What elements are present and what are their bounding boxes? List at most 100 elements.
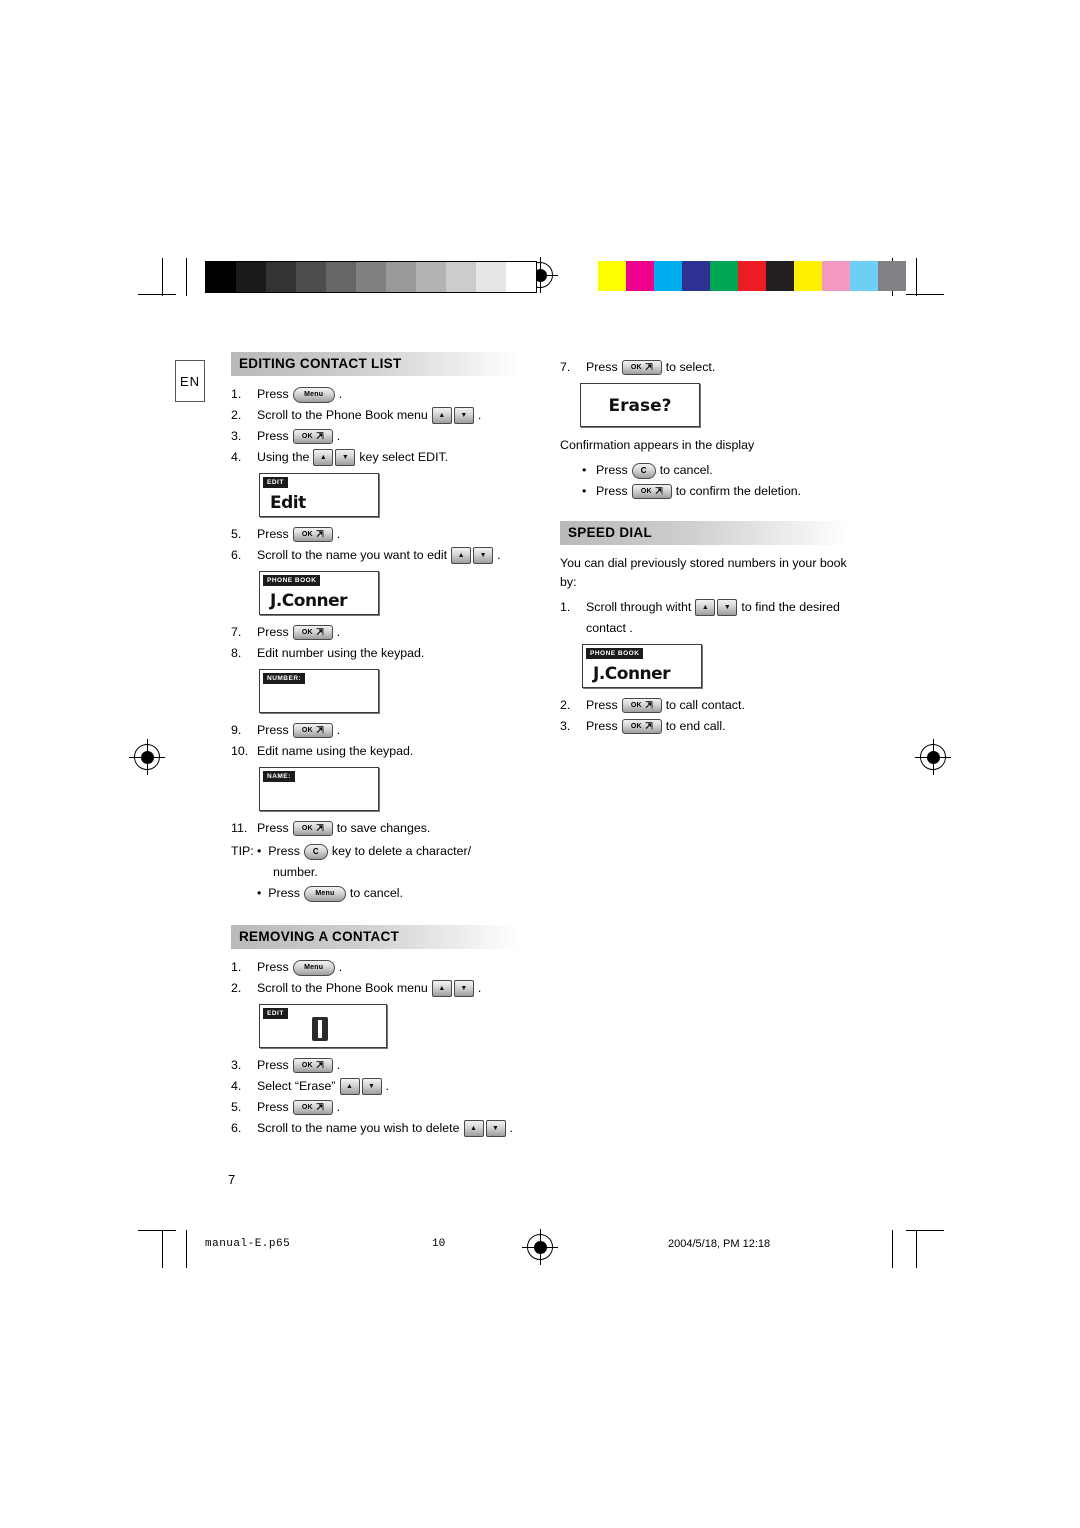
tip-row-3: • Press Menu to cancel. bbox=[231, 884, 531, 903]
tip-text-post: key to delete a character/ bbox=[331, 844, 472, 858]
step-number: 2. bbox=[231, 408, 242, 422]
ok-key-label: OK bbox=[630, 723, 642, 730]
ok-key-icon[interactable]: OK ⇱ bbox=[631, 484, 672, 499]
down-arrow-icon[interactable]: ▼ bbox=[453, 980, 474, 997]
lcd-screen-erase: Erase? bbox=[580, 383, 700, 427]
lcd-title: EDIT bbox=[263, 1008, 288, 1019]
step-edit-2: 2. Scroll to the Phone Book menu ▲ ▼ . bbox=[231, 406, 531, 425]
ok-key-icon[interactable]: OK ⇱ bbox=[621, 719, 662, 734]
down-arrow-icon[interactable]: ▼ bbox=[453, 407, 474, 424]
confirm-text: Press bbox=[596, 484, 628, 498]
up-down-key-icon[interactable]: ▲ ▼ bbox=[339, 1078, 382, 1095]
step-edit-9: 9. Press OK ⇱ . bbox=[231, 721, 531, 740]
lcd-title: PHONE BOOK bbox=[263, 575, 321, 586]
menu-key-icon[interactable]: Menu bbox=[292, 386, 335, 403]
step-number: 7. bbox=[560, 360, 571, 374]
step-number: 11. bbox=[231, 821, 248, 835]
step-number: 5. bbox=[231, 1100, 242, 1114]
hook-icon: ⇱ bbox=[644, 700, 653, 710]
step-edit-3: 3. Press OK ⇱ . bbox=[231, 427, 531, 446]
down-arrow-icon[interactable]: ▼ bbox=[473, 547, 494, 564]
down-arrow-icon[interactable]: ▼ bbox=[361, 1078, 382, 1095]
clear-key-icon[interactable]: C bbox=[303, 843, 328, 860]
step-text: Select “Erase” bbox=[257, 1079, 336, 1093]
up-down-key-icon[interactable]: ▲ ▼ bbox=[313, 449, 356, 466]
step-text: Scroll to the name you wish to delete bbox=[257, 1121, 460, 1135]
lcd-screen-phonebook-name: PHONE BOOK J.Conner bbox=[259, 571, 379, 615]
ok-key-label: OK bbox=[301, 1062, 313, 1069]
ok-key-icon[interactable]: OK ⇱ bbox=[621, 698, 662, 713]
step-remove-5: 5. Press OK ⇱ . bbox=[231, 1098, 531, 1117]
step-text: Press bbox=[586, 698, 618, 712]
step-number: 5. bbox=[231, 527, 242, 541]
ok-key-icon[interactable]: OK ⇱ bbox=[292, 1100, 333, 1115]
ok-key-label: OK bbox=[301, 1104, 313, 1111]
ok-key-icon[interactable]: OK ⇱ bbox=[292, 527, 333, 542]
step-text-post: to save changes. bbox=[336, 821, 431, 835]
step-text: Scroll to the name you want to edit bbox=[257, 548, 448, 562]
up-arrow-icon[interactable]: ▲ bbox=[431, 407, 452, 424]
menu-key-icon[interactable]: Menu bbox=[292, 959, 335, 976]
section-title-removing-a-contact: REMOVING A CONTACT bbox=[231, 925, 521, 949]
tip-row-2: number. bbox=[231, 863, 531, 882]
page-number: 7 bbox=[228, 1172, 236, 1187]
ok-key-icon[interactable]: OK ⇱ bbox=[292, 1058, 333, 1073]
step-remove-4: 4. Select “Erase” ▲ ▼ . bbox=[231, 1077, 531, 1096]
step-text: Press bbox=[586, 719, 618, 733]
ok-key-label: OK bbox=[630, 364, 642, 371]
menu-key-icon[interactable]: Menu bbox=[303, 885, 346, 902]
step-text: Scroll to the Phone Book menu bbox=[257, 408, 428, 422]
step-number: 1. bbox=[560, 600, 571, 614]
lcd-title: PHONE BOOK bbox=[586, 648, 644, 659]
up-down-key-icon[interactable]: ▲ ▼ bbox=[431, 980, 474, 997]
down-arrow-icon[interactable]: ▼ bbox=[485, 1120, 506, 1137]
up-arrow-icon[interactable]: ▲ bbox=[463, 1120, 484, 1137]
down-arrow-icon[interactable]: ▼ bbox=[717, 599, 738, 616]
step-edit-1: 1. Press Menu . bbox=[231, 385, 531, 404]
step-remove-3: 3. Press OK ⇱ . bbox=[231, 1056, 531, 1075]
up-arrow-icon[interactable]: ▲ bbox=[431, 980, 452, 997]
ok-key-label: OK bbox=[630, 702, 642, 709]
up-down-key-icon[interactable]: ▲ ▼ bbox=[463, 1120, 506, 1137]
up-arrow-icon[interactable]: ▲ bbox=[695, 599, 716, 616]
clear-key-icon[interactable]: C bbox=[631, 462, 656, 479]
up-arrow-icon[interactable]: ▲ bbox=[339, 1078, 360, 1095]
bullet-icon: • bbox=[582, 484, 587, 498]
hook-icon: ⇱ bbox=[644, 362, 653, 372]
hook-icon: ⇱ bbox=[315, 725, 324, 735]
up-down-key-icon[interactable]: ▲ ▼ bbox=[431, 407, 474, 424]
lcd-text: J.Conner bbox=[593, 664, 671, 684]
step-number: 3. bbox=[231, 1058, 242, 1072]
step-text-post: . bbox=[497, 548, 501, 562]
tip-text: number. bbox=[273, 865, 318, 879]
ok-key-icon[interactable]: OK ⇱ bbox=[292, 625, 333, 640]
step-number: 1. bbox=[231, 960, 242, 974]
step-text: Scroll through witht bbox=[586, 600, 692, 614]
confirm-cancel-row: • Press C to cancel. bbox=[560, 461, 860, 480]
step-text: Press bbox=[257, 625, 289, 639]
step-text: Press bbox=[257, 821, 289, 835]
step-edit-11: 11. Press OK ⇱ to save changes. bbox=[231, 819, 531, 838]
lcd-screen-edit: EDIT Edit bbox=[259, 473, 379, 517]
step-text: Press bbox=[257, 527, 289, 541]
ok-key-icon[interactable]: OK ⇱ bbox=[292, 723, 333, 738]
step-number: 2. bbox=[231, 981, 242, 995]
step-number: 3. bbox=[231, 429, 242, 443]
ok-key-icon[interactable]: OK ⇱ bbox=[292, 821, 333, 836]
step-text: Press bbox=[257, 960, 289, 974]
tip-row-1: TIP: • Press C key to delete a character… bbox=[231, 842, 531, 861]
up-down-key-icon[interactable]: ▲ ▼ bbox=[451, 547, 494, 564]
footer-timestamp: 2004/5/18, PM 12:18 bbox=[668, 1238, 771, 1250]
lcd-title: NUMBER: bbox=[263, 673, 306, 684]
up-arrow-icon[interactable]: ▲ bbox=[313, 449, 334, 466]
up-down-key-icon[interactable]: ▲ ▼ bbox=[695, 599, 738, 616]
ok-key-icon[interactable]: OK ⇱ bbox=[292, 429, 333, 444]
down-arrow-icon[interactable]: ▼ bbox=[335, 449, 356, 466]
step-text: Press bbox=[257, 1100, 289, 1114]
step-edit-10: 10. Edit name using the keypad. bbox=[231, 742, 531, 761]
ok-key-icon[interactable]: OK ⇱ bbox=[621, 360, 662, 375]
lcd-text: J.Conner bbox=[270, 591, 348, 611]
up-arrow-icon[interactable]: ▲ bbox=[451, 547, 472, 564]
lcd-screen-number: NUMBER: bbox=[259, 669, 379, 713]
lcd-text: Erase? bbox=[608, 396, 672, 416]
